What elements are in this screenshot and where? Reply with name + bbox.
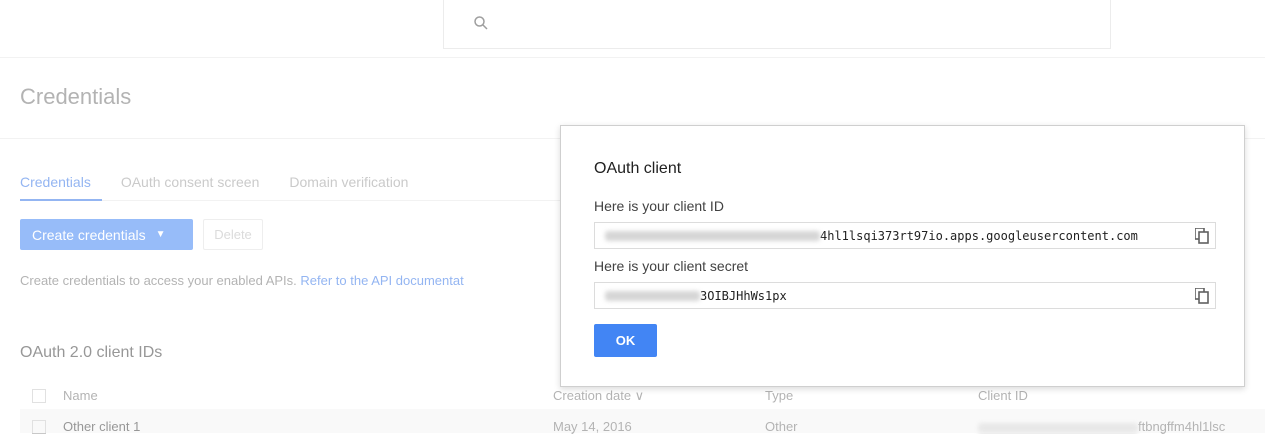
client-id-field[interactable]: 4hl1lsqi373rt97io.apps.googleusercontent…: [594, 222, 1216, 249]
redacted-text: [605, 290, 700, 301]
copy-icon[interactable]: [1195, 288, 1209, 304]
client-secret-value: 3OIBJHhWs1px: [700, 288, 787, 303]
client-id-label: Here is your client ID: [594, 198, 724, 214]
client-secret-label: Here is your client secret: [594, 258, 749, 274]
search-input[interactable]: [443, 0, 1111, 49]
copy-icon[interactable]: [1195, 228, 1209, 244]
ok-button[interactable]: OK: [594, 324, 657, 357]
top-bar: [0, 0, 1265, 58]
client-secret-field[interactable]: 3OIBJHhWs1px: [594, 282, 1216, 309]
dialog-title: OAuth client: [594, 160, 682, 177]
client-id-value: 4hl1lsqi373rt97io.apps.googleusercontent…: [820, 228, 1138, 243]
redacted-text: [605, 230, 820, 241]
oauth-client-dialog: OAuth client Here is your client ID 4hl1…: [560, 125, 1245, 387]
search-icon: [474, 16, 488, 30]
